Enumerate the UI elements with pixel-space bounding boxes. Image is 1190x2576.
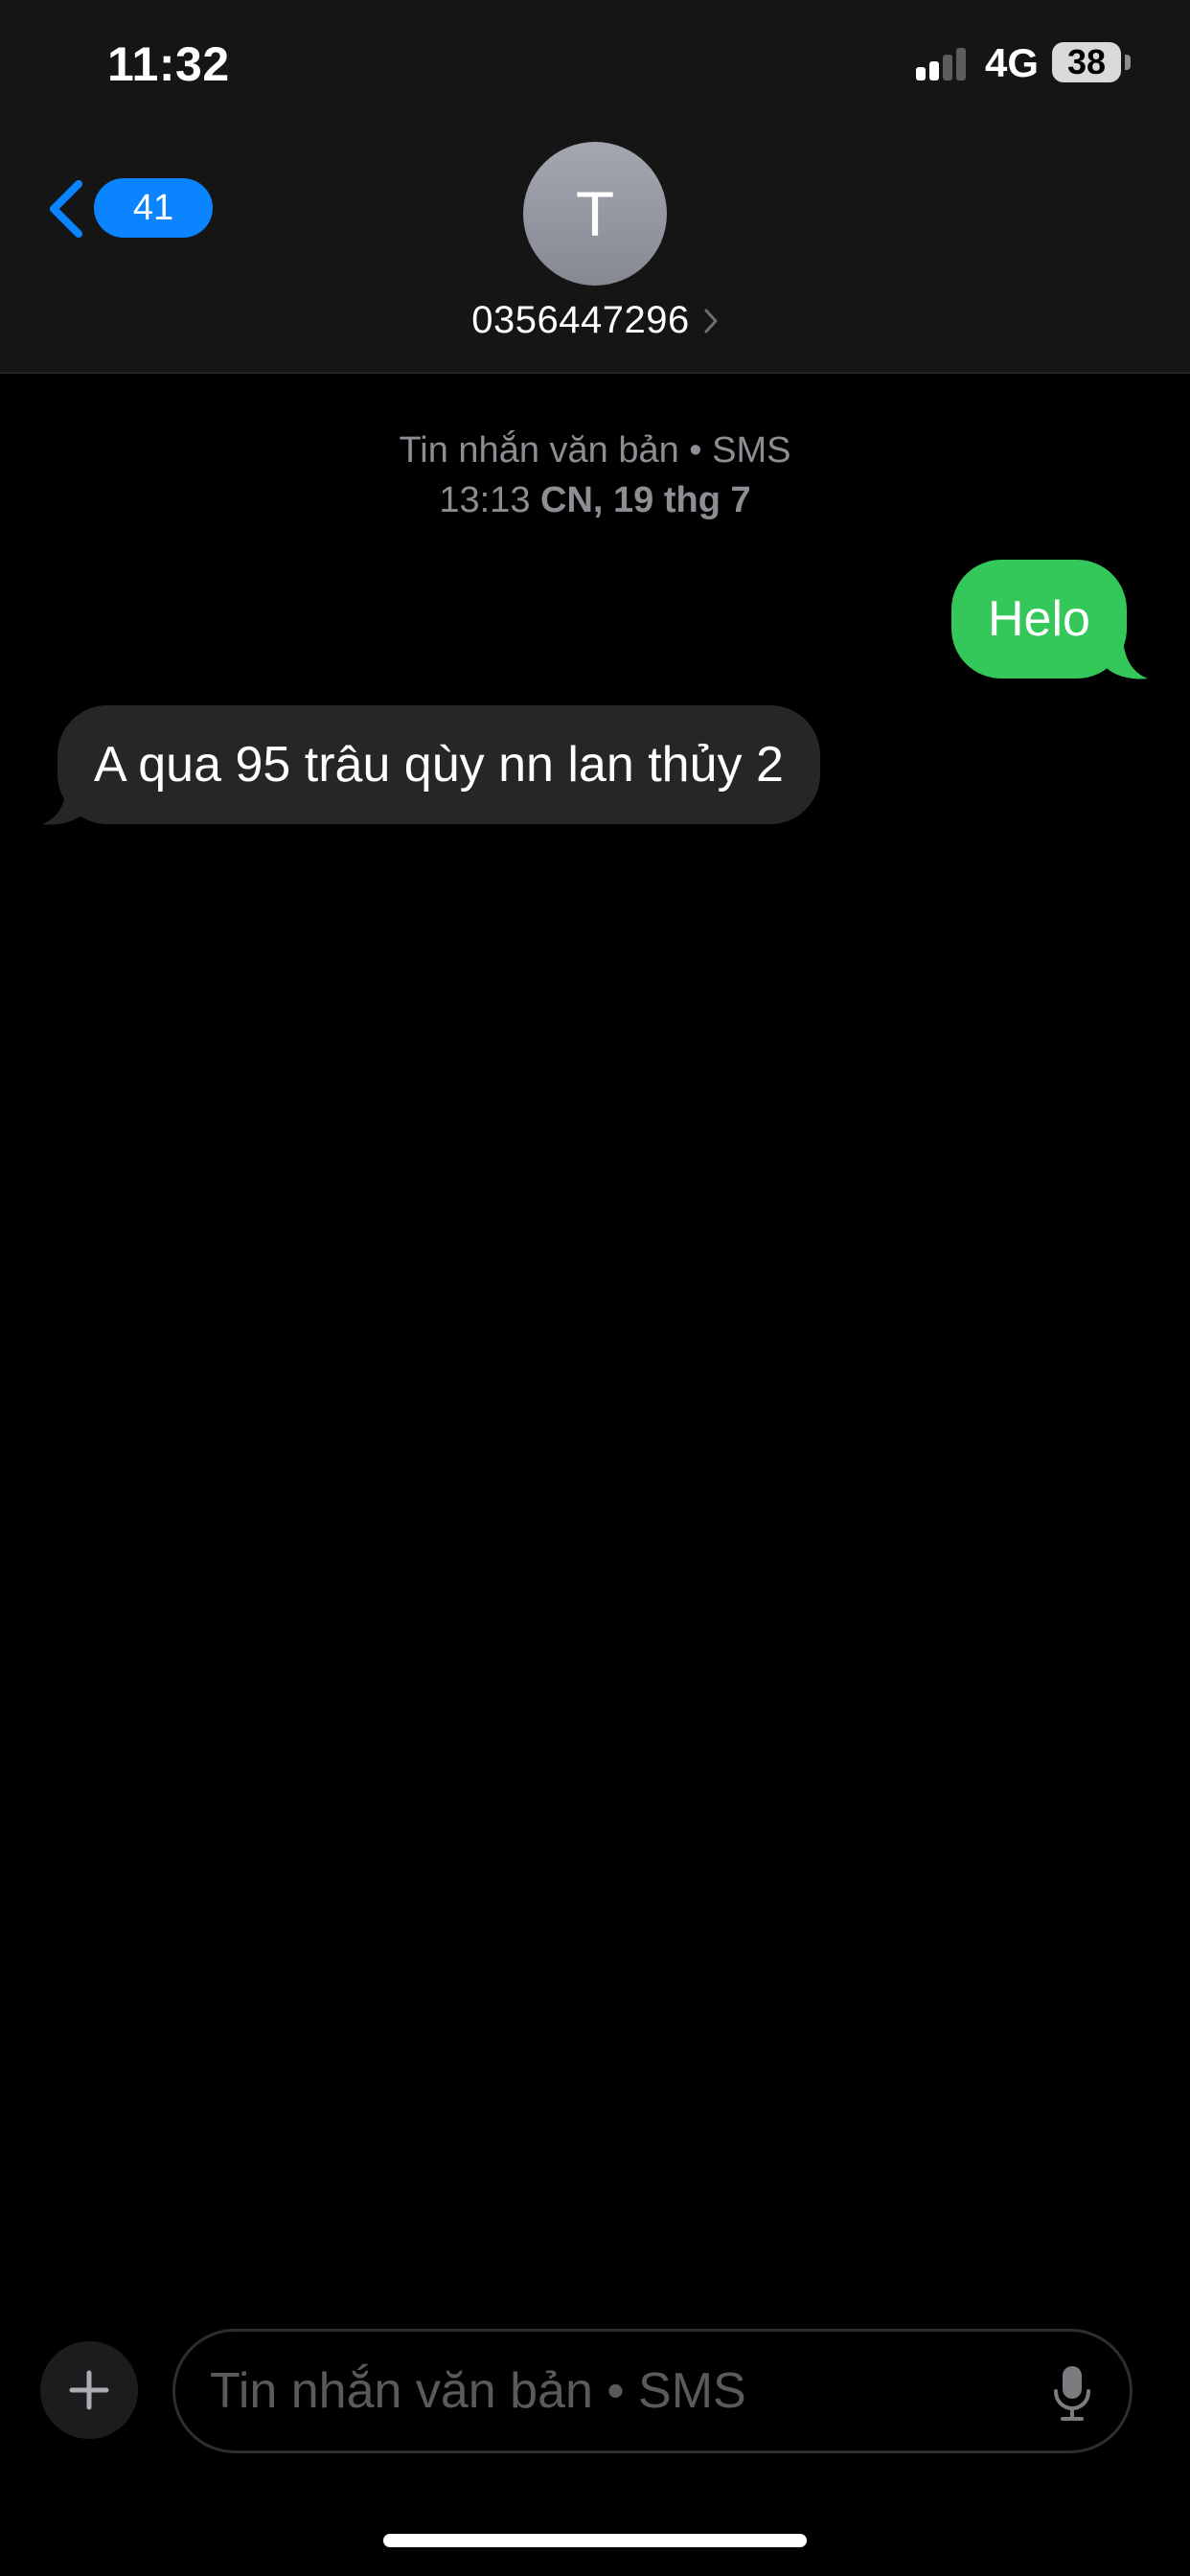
messages-screen: 11:32 4G 38 41 T 0356447296 Tin nhắn văn… (0, 0, 1190, 2576)
outgoing-message-bubble[interactable]: Helo (951, 560, 1127, 678)
plus-icon (69, 2370, 109, 2410)
microphone-icon[interactable] (1051, 2364, 1093, 2422)
conversation-header: 11:32 4G 38 41 T 0356447296 (0, 0, 1190, 374)
timestamp-time: 13:13 (439, 480, 531, 520)
timestamp-date: CN, 19 thg 7 (540, 480, 751, 520)
unread-count-badge: 41 (94, 178, 213, 238)
network-type: 4G (985, 40, 1040, 85)
chevron-left-icon (50, 180, 82, 238)
message-input[interactable] (210, 2332, 1005, 2450)
contact-avatar[interactable]: T (523, 142, 667, 286)
home-indicator[interactable] (383, 2534, 807, 2547)
message-text: Helo (988, 591, 1090, 647)
message-input-container (172, 2329, 1133, 2453)
status-time: 11:32 (107, 37, 230, 91)
conversation-meta: Tin nhắn văn bản • SMS 13:13 CN, 19 thg … (0, 426, 1190, 525)
incoming-message-bubble[interactable]: A qua 95 trâu qùy nn lan thủy 2 (57, 705, 820, 824)
contact-number: 0356447296 (471, 299, 690, 341)
battery-tip (1125, 55, 1131, 70)
message-timestamp: 13:13 CN, 19 thg 7 (0, 475, 1190, 525)
add-attachment-button[interactable] (40, 2341, 138, 2439)
message-type-label: Tin nhắn văn bản • SMS (399, 430, 791, 471)
back-button[interactable]: 41 (44, 174, 213, 243)
chevron-right-icon (704, 309, 718, 333)
message-text: A qua 95 trâu qùy nn lan thủy 2 (94, 737, 784, 793)
cellular-signal-icon (912, 42, 970, 84)
outgoing-bubble-tail (1104, 640, 1148, 679)
incoming-bubble-tail (42, 786, 86, 825)
contact-details-link[interactable]: 0356447296 (0, 299, 1190, 342)
battery-icon: 38 (1052, 42, 1121, 82)
